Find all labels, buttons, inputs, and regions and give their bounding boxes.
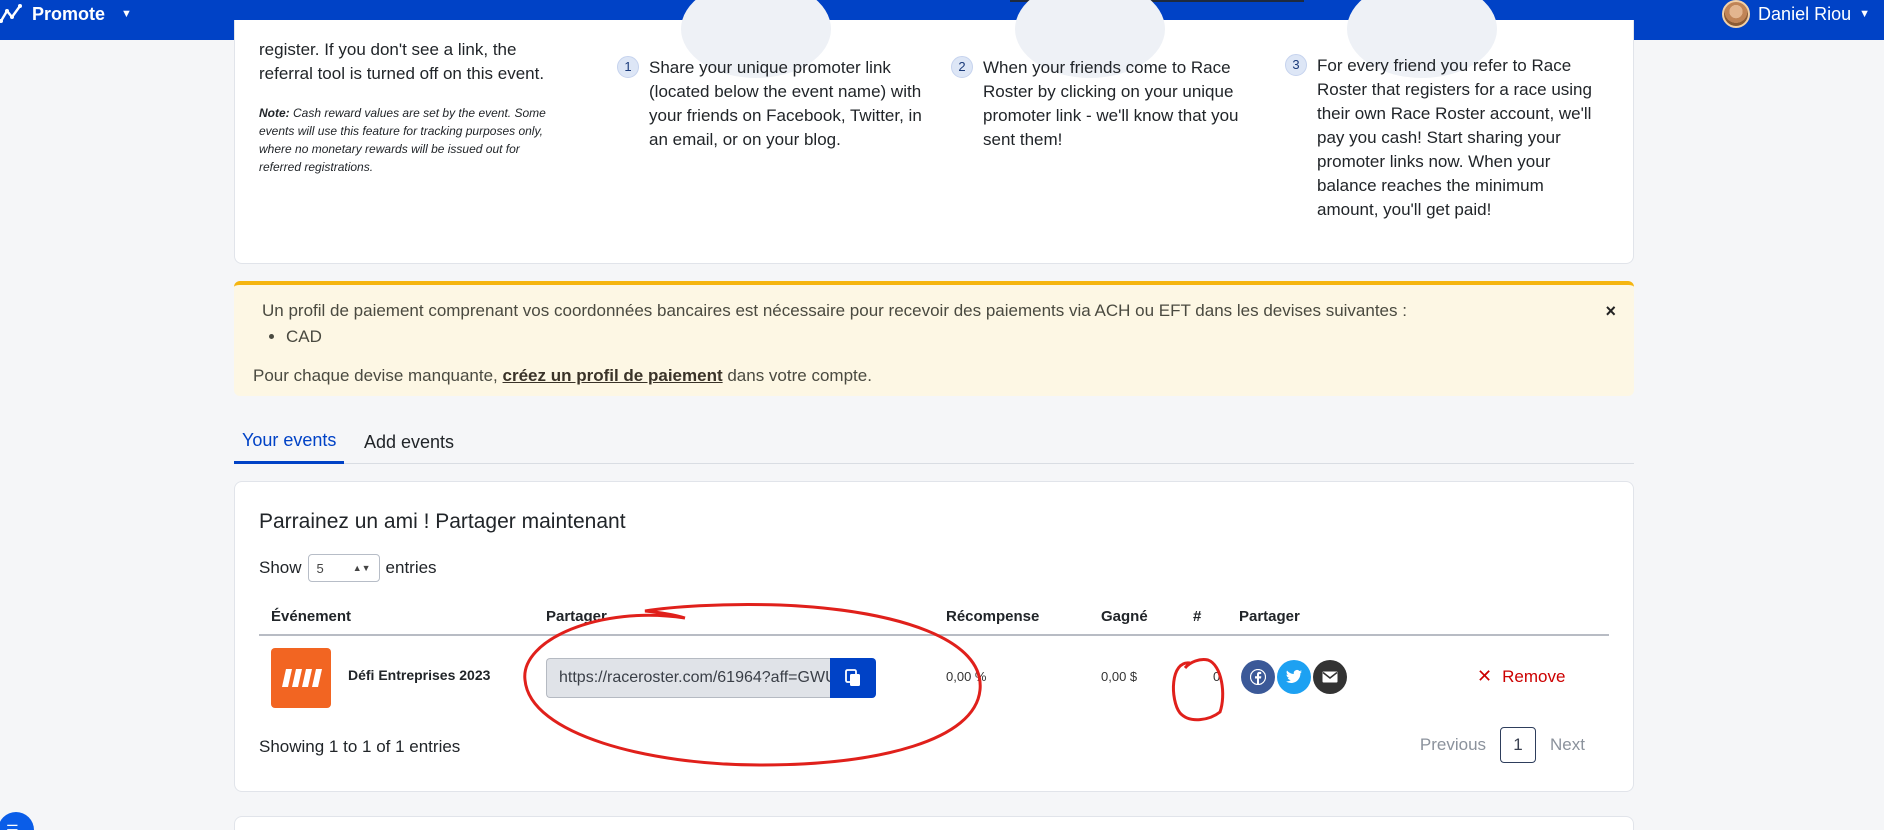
event-logo [271, 648, 331, 708]
copy-icon [845, 669, 860, 686]
currency-item: CAD [286, 327, 322, 347]
chevron-down-icon: ▼ [121, 8, 132, 20]
step-1: 1 Share your unique promoter link (locat… [617, 56, 934, 152]
user-menu[interactable]: Daniel Riou ▼ [1722, 0, 1870, 28]
note-body: Cash reward values are set by the event.… [259, 106, 546, 174]
close-icon[interactable]: × [1605, 301, 1616, 322]
step-2: 2 When your friends come to Race Roster … [951, 56, 1253, 152]
page-length-control: Show 5 ▲▼ entries [259, 554, 437, 582]
col-count[interactable]: # [1193, 608, 1201, 625]
referral-count: 0 [1213, 669, 1221, 684]
facebook-icon [1250, 669, 1266, 685]
step-number: 3 [1285, 54, 1307, 76]
intro-text: register. If you don't see a link, the r… [259, 40, 545, 83]
page-size-select[interactable]: 5 ▲▼ [307, 554, 380, 582]
col-event[interactable]: Événement [271, 608, 351, 625]
events-card: Parrainez un ami ! Partager maintenant S… [234, 481, 1634, 792]
twitter-icon [1286, 669, 1302, 683]
alert-instructions: Pour chaque devise manquante, créez un p… [253, 366, 872, 386]
copy-button[interactable] [830, 658, 876, 698]
remove-label: Remove [1502, 666, 1566, 686]
events-title: Parrainez un ami ! Partager maintenant [259, 510, 626, 533]
page-size-value: 5 [316, 560, 324, 576]
chevron-down-icon: ▼ [1859, 8, 1870, 20]
share-url-input[interactable]: https://raceroster.com/61964?aff=GWUX [546, 658, 830, 698]
previous-page-button[interactable]: Previous [1420, 735, 1486, 755]
email-share-button[interactable] [1313, 660, 1347, 694]
brand-label: Promote [32, 3, 106, 24]
page-1-button[interactable]: 1 [1500, 727, 1537, 763]
col-share-social: Partager [1239, 608, 1300, 625]
alert-text-before: Pour chaque devise manquante, [253, 366, 503, 385]
alert-text-after: dans votre compte. [722, 366, 872, 385]
pagination: Previous 1 Next [1420, 727, 1585, 763]
how-it-works-card: register. If you don't see a link, the r… [234, 0, 1634, 264]
col-earned[interactable]: Gagné [1101, 608, 1148, 625]
col-reward[interactable]: Récompense [946, 608, 1039, 625]
tab-your-events[interactable]: Your events [234, 420, 345, 464]
payment-profile-alert: Un profil de paiement comprenant vos coo… [234, 281, 1634, 396]
note-label: Note: [259, 106, 290, 120]
step-text: For every friend you refer to Race Roste… [1317, 56, 1592, 219]
step-text: When your friends come to Race Roster by… [983, 58, 1239, 149]
avatar [1722, 0, 1751, 28]
chat-button[interactable]: ☰ [0, 812, 34, 830]
user-name: Daniel Riou [1758, 3, 1852, 24]
twitter-share-button[interactable] [1277, 660, 1311, 694]
step-text: Share your unique promoter link (located… [649, 58, 922, 149]
reward-value: 0,00 % [946, 669, 987, 684]
facebook-share-button[interactable] [1241, 660, 1275, 694]
next-card [234, 816, 1634, 830]
envelope-icon [1322, 671, 1338, 683]
close-icon: ✕ [1477, 666, 1493, 686]
event-name[interactable]: Défi Entreprises 2023 [348, 667, 490, 683]
alert-message: Un profil de paiement comprenant vos coo… [262, 301, 1407, 320]
promote-menu[interactable]: Promote ▼ [0, 0, 132, 28]
show-label: Show [259, 558, 302, 577]
remove-button[interactable]: ✕ Remove [1477, 666, 1565, 687]
earned-value: 0,00 $ [1101, 669, 1138, 684]
table-info: Showing 1 to 1 of 1 entries [259, 737, 461, 756]
col-share-link[interactable]: Partager [546, 608, 607, 625]
events-table: Événement Partager Récompense Gagné # Pa… [259, 602, 1609, 718]
menu-icon: ☰ [6, 821, 19, 830]
table-row: Défi Entreprises 2023 https://raceroster… [259, 636, 1609, 718]
share-link-field: https://raceroster.com/61964?aff=GWUX [546, 658, 876, 698]
create-payment-profile-link[interactable]: créez un profil de paiement [503, 366, 723, 385]
step-number: 2 [951, 56, 973, 78]
tab-add-events[interactable]: Add events [356, 420, 462, 464]
step-number: 1 [617, 56, 639, 78]
next-page-button[interactable]: Next [1550, 735, 1585, 755]
step-3: 3 For every friend you refer to Race Ros… [1285, 54, 1609, 222]
sort-arrows-icon: ▲▼ [352, 563, 371, 573]
race-roster-logo-icon [282, 669, 322, 687]
table-header: Événement Partager Récompense Gagné # Pa… [259, 602, 1609, 636]
note-text: Note: Cash reward values are set by the … [259, 104, 559, 176]
currency-list: CAD [286, 327, 322, 347]
events-tabs: Your events Add events [234, 420, 1634, 464]
entries-label: entries [385, 558, 437, 577]
promote-icon [0, 4, 22, 23]
